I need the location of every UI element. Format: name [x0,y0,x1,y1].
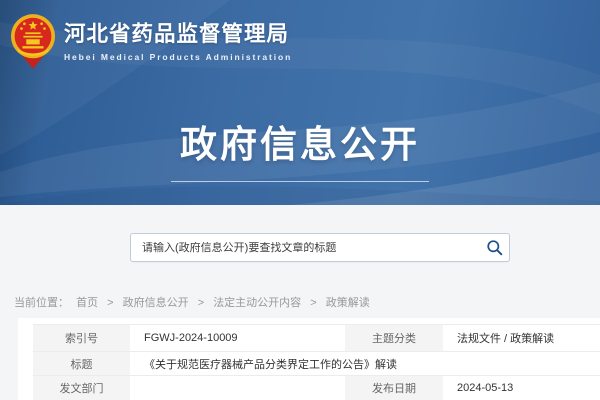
china-national-emblem-icon [10,12,56,70]
subject-category-value: 法规文件 / 政策解读 [443,325,600,352]
breadcrumb-link-statutory-disclosure[interactable]: 法定主动公开内容 [213,297,301,309]
document-title-value: 《关于规范医疗器械产品分类界定工作的公告》解读 [130,352,600,376]
search-icon [486,239,503,256]
header-banner-background: 河北省药品监督管理局 Hebei Medical Products Admini… [0,0,600,205]
org-name-cn: 河北省药品监督管理局 [64,17,292,48]
breadcrumb-link-gov-info[interactable]: 政府信息公开 [123,297,189,309]
breadcrumb-link-home[interactable]: 首页 [76,297,98,309]
breadcrumb-prefix: 当前位置： [14,297,69,309]
banner-underline [171,181,429,182]
subject-category-label: 主题分类 [345,325,443,352]
breadcrumb-link-policy-interpretation[interactable]: 政策解读 [326,297,370,309]
table-row-index-subject: 索引号 FGWJ-2024-10009 主题分类 法规文件 / 政策解读 [33,325,600,352]
org-identity: 河北省药品监督管理局 Hebei Medical Products Admini… [64,12,292,62]
table-row-department-date: 发文部门 发布日期 2024-05-13 [33,376,600,400]
index-number-value: FGWJ-2024-10009 [130,325,345,352]
banner: 政府信息公开 [0,114,600,182]
breadcrumb-separator: > [310,297,316,309]
index-number-label: 索引号 [33,325,130,352]
search-box [130,233,510,262]
page-title: 政府信息公开 [0,114,600,168]
issuing-department-value [130,376,345,400]
issuing-department-label: 发文部门 [33,376,130,400]
table-row-title: 标题 《关于规范医疗器械产品分类界定工作的公告》解读 [33,352,600,376]
document-title-label: 标题 [33,352,130,376]
breadcrumb: 当前位置： 首页 > 政府信息公开 > 法定主动公开内容 > 政策解读 [14,294,370,310]
org-name-en: Hebei Medical Products Administration [64,52,292,62]
page-root: 河北省药品监督管理局 Hebei Medical Products Admini… [0,0,600,400]
publish-date-label: 发布日期 [345,376,443,400]
search-input[interactable] [131,242,479,254]
publish-date-value: 2024-05-13 [443,376,600,400]
search-button[interactable] [479,234,509,261]
site-header: 河北省药品监督管理局 Hebei Medical Products Admini… [10,12,292,70]
breadcrumb-separator: > [198,297,204,309]
breadcrumb-separator: > [107,297,113,309]
document-info-table: 索引号 FGWJ-2024-10009 主题分类 法规文件 / 政策解读 标题 … [33,324,600,400]
content-panel: 索引号 FGWJ-2024-10009 主题分类 法规文件 / 政策解读 标题 … [18,318,600,400]
